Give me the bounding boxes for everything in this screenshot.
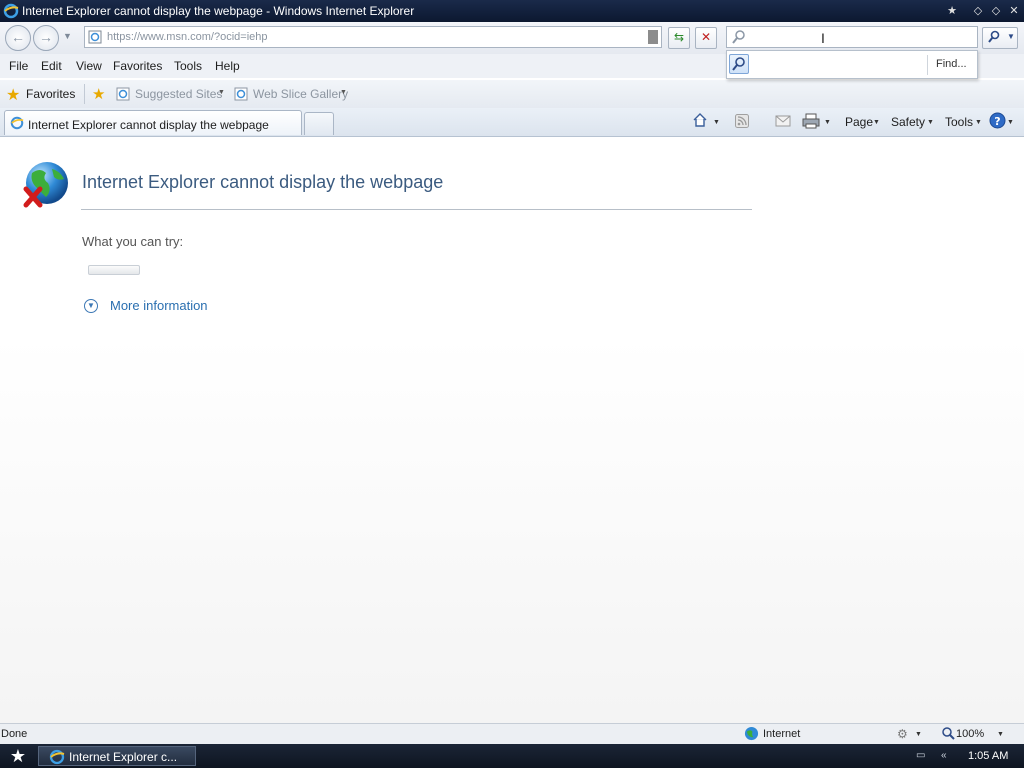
chevron-down-icon[interactable]: ▼ [927,119,934,126]
page-content: Internet Explorer cannot display the web… [0,137,1024,723]
globe-error-icon [22,161,70,209]
compatibility-view-icon[interactable] [648,30,658,44]
expand-chevron-icon[interactable]: ▼ [84,299,98,313]
ie-logo-icon [3,3,19,19]
svg-text:?: ? [994,115,1000,128]
menu-favorites[interactable]: Favorites [113,59,162,73]
search-button[interactable]: ▼ [982,27,1018,49]
text-cursor-icon: I [821,30,825,46]
favorites-star-icon: ★ [6,87,21,104]
printer-icon[interactable] [802,113,820,129]
rss-icon[interactable] [735,114,749,128]
menu-help[interactable]: Help [215,59,240,73]
minimize-button[interactable]: ◇ [970,3,986,19]
menu-edit[interactable]: Edit [41,59,62,73]
mail-icon[interactable] [775,114,791,128]
status-text: Done [1,728,28,740]
keyboard-icon[interactable]: ▭ [916,750,925,761]
window-title: Internet Explorer cannot display the web… [22,4,415,18]
divider [84,84,85,104]
chevron-down-icon[interactable]: ▼ [218,89,225,96]
clock[interactable]: 1:05 AM [968,750,1008,762]
chevron-down-icon[interactable]: ▼ [997,731,1004,738]
tray-chevron-icon[interactable]: « [941,750,947,761]
security-zone[interactable]: Internet [763,728,800,740]
page-title: Internet Explorer cannot display the web… [82,172,444,192]
recent-pages-dropdown[interactable]: ▼ [63,31,72,41]
menu-file[interactable]: File [9,59,28,73]
search-options-dropdown[interactable]: ▼ [1007,28,1015,46]
menu-tools[interactable]: Tools [174,59,202,73]
taskbar-item-label: Internet Explorer c... [69,750,178,764]
menu-view[interactable]: View [76,59,102,73]
start-button[interactable]: ★ [6,745,30,767]
address-bar[interactable]: https://www.msn.com/?ocid=iehp [84,26,662,48]
protected-mode-icon[interactable]: ⚙ [897,727,908,741]
back-button[interactable]: ← [5,25,31,51]
divider [81,209,752,210]
taskbar: ★ Internet Explorer c... ▭ « 1:05 AM [0,744,1024,768]
diagnose-button[interactable] [88,265,140,275]
tools-menu[interactable]: Tools [945,115,973,129]
search-go-icon [987,30,1001,44]
suggested-sites-link[interactable]: Suggested Sites [135,87,222,101]
home-icon[interactable] [692,112,708,128]
zoom-icon [941,726,955,740]
title-bar: Internet Explorer cannot display the web… [0,0,1024,22]
tab-bar: Internet Explorer cannot display the web… [0,108,1024,137]
chevron-down-icon[interactable]: ▼ [713,119,720,126]
tab-active[interactable]: Internet Explorer cannot display the web… [4,110,302,135]
safety-menu[interactable]: Safety [891,115,925,129]
status-bar: Done Internet ⚙ ▼ 100% ▼ [0,723,1024,745]
address-url[interactable]: https://www.msn.com/?ocid=iehp [107,31,268,43]
chevron-down-icon[interactable]: ▼ [975,119,982,126]
new-tab-button[interactable] [304,112,334,135]
taskbar-item-internet-explorer[interactable]: Internet Explorer c... [38,746,196,766]
web-slice-icon [234,87,248,101]
find-on-page-button[interactable]: Find... [936,58,967,70]
help-icon[interactable]: ? [989,112,1006,129]
page-menu[interactable]: Page [845,115,873,129]
search-input[interactable]: I [726,26,978,48]
ie-logo-icon [49,749,65,765]
search-provider-icon[interactable] [729,54,749,74]
maximize-button[interactable]: ◇ [988,3,1004,19]
favorites-bar: ★ Favorites ★ Suggested Sites ▼ Web Slic… [0,80,1024,108]
chevron-down-icon[interactable]: ▼ [915,731,922,738]
more-information-link[interactable]: More information [110,298,208,313]
page-icon [88,30,102,44]
chevron-down-icon[interactable]: ▼ [873,119,880,126]
web-slice-gallery-link[interactable]: Web Slice Gallery [253,87,348,101]
suggested-sites-icon [116,87,130,101]
refresh-button[interactable]: ⇆ [668,27,690,49]
zoom-level[interactable]: 100% [956,728,984,740]
star-icon[interactable]: ★ [944,3,960,19]
chevron-down-icon[interactable]: ▼ [824,119,831,126]
forward-button[interactable]: → [33,25,59,51]
what-you-can-try-label: What you can try: [82,234,184,249]
chevron-down-icon[interactable]: ▼ [1007,119,1014,126]
favorites-button[interactable]: Favorites [26,87,75,101]
divider [927,55,928,75]
add-favorite-icon[interactable]: ★ [92,85,105,103]
tab-label: Internet Explorer cannot display the web… [28,118,269,132]
internet-zone-icon [744,726,759,741]
stop-button[interactable]: ✕ [695,27,717,49]
ie-logo-icon [10,116,24,130]
search-dropdown: Find... [726,50,978,79]
magnifier-icon [731,29,747,45]
chevron-down-icon[interactable]: ▼ [340,89,347,96]
close-button[interactable]: ✕ [1006,3,1022,19]
